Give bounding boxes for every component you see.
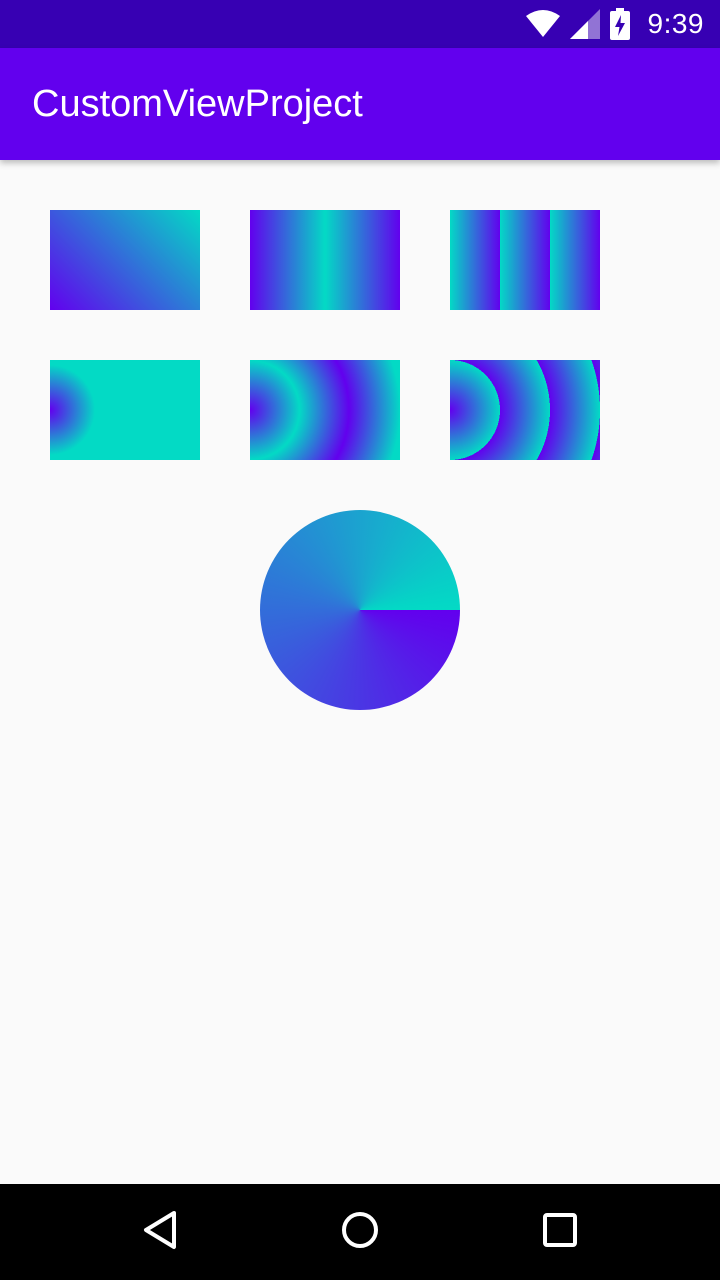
recents-button[interactable] [512, 1184, 608, 1280]
content-area [0, 160, 720, 1184]
home-icon [340, 1210, 380, 1255]
battery-charging-icon [609, 8, 630, 40]
recents-icon [542, 1212, 578, 1253]
home-button[interactable] [312, 1184, 408, 1280]
sweep-gradient-circle-view [260, 510, 460, 710]
linear-gradient-clamp-view [50, 210, 200, 310]
wifi-icon [525, 10, 560, 38]
linear-gradient-repeat-view [450, 210, 600, 310]
radial-gradient-mirror-view [250, 360, 400, 460]
radial-gradient-clamp-view [50, 360, 200, 460]
status-clock: 9:39 [647, 8, 704, 39]
back-icon [142, 1210, 178, 1255]
status-icons: 9:39 [525, 0, 705, 48]
signal-icon [569, 9, 600, 39]
navigation-bar [0, 1184, 720, 1280]
app-bar: CustomViewProject [0, 48, 720, 160]
linear-gradient-mirror-view [250, 210, 400, 310]
back-button[interactable] [112, 1184, 208, 1280]
status-bar: 9:39 [0, 0, 720, 48]
app-title: CustomViewProject [32, 83, 363, 125]
radial-gradient-repeat-view [450, 360, 600, 460]
